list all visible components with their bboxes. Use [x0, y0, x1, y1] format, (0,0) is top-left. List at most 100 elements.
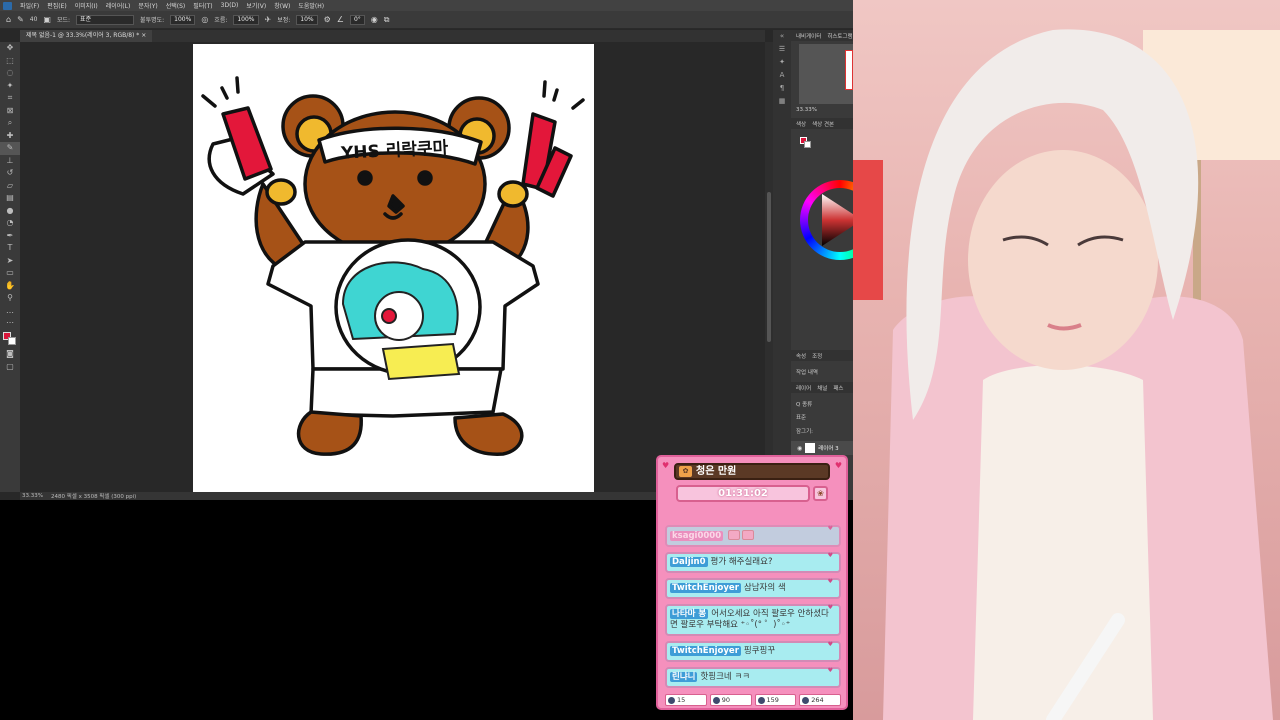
quick-mask-icon[interactable]: ◙	[0, 348, 20, 361]
history-panel-icon[interactable]: ☰	[773, 43, 791, 56]
flow-field[interactable]: 100%	[233, 14, 259, 25]
chat-title-bar: ✿ 청은 만원	[674, 463, 830, 480]
eye-icon[interactable]: ◉	[797, 445, 802, 452]
menu-layer[interactable]: 레이어(L)	[102, 1, 135, 10]
tab-navigator[interactable]: 내비게이터	[796, 32, 821, 40]
type-tool-icon[interactable]: T	[0, 242, 20, 255]
menu-select[interactable]: 선택(S)	[162, 1, 190, 10]
menu-image[interactable]: 이미지(I)	[71, 1, 102, 10]
color-wheel[interactable]	[800, 180, 853, 260]
eyedropper-tool-icon[interactable]: ⌕	[0, 117, 20, 130]
tab-properties[interactable]: 속성	[796, 352, 806, 360]
opacity-field[interactable]: 100%	[170, 14, 196, 25]
status-zoom[interactable]: 33.33%	[22, 493, 43, 499]
chat-username[interactable]: 나타마 봉	[670, 608, 709, 619]
blend-mode-select[interactable]: 표준	[796, 413, 806, 421]
chat-message-list: ♥ ksagi0000 ♥ Daljin0 평가 해주실래요? ♥ TwitchE…	[665, 525, 841, 693]
document-tab-bar: 제목 없음-1 @ 33.3%(레이어 3, RGB/8) * ×	[20, 30, 765, 42]
chat-message: ♥ 린냐니 핫핑크네 ㅋㅋ	[665, 666, 841, 688]
chat-username[interactable]: 린냐니	[670, 671, 698, 682]
brush-tool-icon[interactable]: ✎	[0, 142, 20, 155]
chat-username[interactable]: TwitchEnjoyer	[670, 582, 741, 593]
navigator-view-box[interactable]	[845, 50, 853, 90]
navigator-thumbnail[interactable]	[799, 44, 853, 104]
collapse-panels-icon[interactable]: «	[773, 30, 791, 43]
home-icon[interactable]: ⌂	[6, 15, 11, 24]
layer-row[interactable]: ◉ 레이어 3	[791, 441, 853, 455]
settings-icon[interactable]: ⚙	[324, 15, 331, 24]
crop-tool-icon[interactable]: ⌗	[0, 92, 20, 105]
tab-layers[interactable]: 레이어	[796, 384, 811, 392]
white-top	[973, 365, 1153, 720]
symmetry-icon[interactable]: ⧉	[384, 15, 390, 25]
gradient-tool-icon[interactable]: ▤	[0, 192, 20, 205]
color-panel-background-swatch[interactable]	[804, 141, 811, 148]
menu-bar: 파일(F) 편집(E) 이미지(I) 레이어(L) 문자(Y) 선택(S) 필터…	[0, 0, 853, 11]
heart-icon: ♥	[827, 666, 833, 674]
heart-icon: ♥	[827, 525, 833, 532]
mode-select[interactable]: 표준	[76, 14, 135, 25]
eraser-tool-icon[interactable]: ▱	[0, 180, 20, 193]
edit-toolbar-icon[interactable]: ⋯	[0, 317, 20, 330]
brush-icon[interactable]: ✎	[17, 15, 24, 24]
blur-tool-icon[interactable]: ●	[0, 205, 20, 218]
scrollbar-thumb[interactable]	[767, 192, 771, 342]
menu-view[interactable]: 보기(V)	[242, 1, 270, 10]
smooth-field[interactable]: 10%	[296, 14, 318, 25]
healing-tool-icon[interactable]: ✚	[0, 130, 20, 143]
tab-adjustments[interactable]: 조정	[812, 352, 822, 360]
pressure-size-icon[interactable]: ◉	[371, 15, 378, 24]
move-tool-icon[interactable]: ✥	[0, 42, 20, 55]
menu-3d[interactable]: 3D(D)	[217, 2, 243, 9]
layers-tabs: 레이어 채널 패스	[791, 382, 853, 393]
tab-swatches[interactable]: 색상 견본	[812, 120, 834, 128]
brush-panel-icon[interactable]: ✦	[773, 56, 791, 69]
layer-name[interactable]: 레이어 3	[818, 444, 838, 452]
chat-username[interactable]: Daljin0	[670, 556, 708, 567]
more-tools-icon[interactable]: …	[0, 305, 20, 318]
tab-paths[interactable]: 패스	[833, 384, 843, 392]
paragraph-panel-icon[interactable]: ¶	[773, 82, 791, 95]
chat-username[interactable]: TwitchEnjoyer	[670, 645, 741, 656]
document-tab[interactable]: 제목 없음-1 @ 33.3%(레이어 3, RGB/8) * ×	[20, 30, 153, 42]
tab-histogram[interactable]: 히스토그램	[827, 32, 852, 40]
pressure-opacity-icon[interactable]: ◎	[201, 15, 208, 24]
options-bar: ⌂ ✎ 40 ▣ 모드: 표준 불투명도: 100% ◎ 흐름: 100% ✈ …	[0, 11, 853, 29]
close-icon[interactable]: ×	[141, 32, 146, 39]
menu-edit[interactable]: 편집(E)	[43, 1, 71, 10]
hand-tool-icon[interactable]: ✋	[0, 280, 20, 293]
menu-file[interactable]: 파일(F)	[16, 1, 43, 10]
navigator-zoom[interactable]: 33.33%	[796, 107, 817, 113]
background-color-swatch[interactable]	[8, 337, 16, 345]
libraries-panel-icon[interactable]: ▦	[773, 95, 791, 108]
screen-mode-icon[interactable]: ▢	[0, 361, 20, 374]
character-panel-icon[interactable]: A	[773, 69, 791, 82]
layer-kind-filter[interactable]: Q 종류	[796, 400, 812, 408]
menu-window[interactable]: 창(W)	[270, 1, 294, 10]
marquee-tool-icon[interactable]: ⬚	[0, 55, 20, 68]
pen-tool-icon[interactable]: ✒	[0, 230, 20, 243]
airbrush-icon[interactable]: ✈	[265, 15, 272, 24]
stamp-tool-icon[interactable]: ⊥	[0, 155, 20, 168]
tab-channels[interactable]: 채널	[817, 384, 827, 392]
dodge-tool-icon[interactable]: ◔	[0, 217, 20, 230]
menu-filter[interactable]: 필터(T)	[189, 1, 216, 10]
path-select-tool-icon[interactable]: ➤	[0, 255, 20, 268]
brush-panel-icon[interactable]: ▣	[43, 15, 51, 24]
menu-type[interactable]: 문자(Y)	[134, 1, 161, 10]
menu-help[interactable]: 도움말(H)	[294, 1, 328, 10]
tab-history[interactable]: 작업 내역	[796, 368, 818, 376]
vertical-scrollbar[interactable]	[765, 42, 773, 492]
frame-tool-icon[interactable]: ⊠	[0, 105, 20, 118]
lasso-tool-icon[interactable]: ◌	[0, 67, 20, 80]
chat-username[interactable]: ksagi0000	[670, 530, 724, 541]
magic-wand-tool-icon[interactable]: ✦	[0, 80, 20, 93]
shape-tool-icon[interactable]: ▭	[0, 267, 20, 280]
history-brush-tool-icon[interactable]: ↺	[0, 167, 20, 180]
document-canvas[interactable]: YHS 리락쿠마	[193, 44, 594, 493]
angle-field[interactable]: 0°	[349, 14, 365, 25]
zoom-tool-icon[interactable]: ⚲	[0, 292, 20, 305]
canvas-workspace[interactable]: YHS 리락쿠마	[20, 42, 765, 493]
tab-color[interactable]: 색상	[796, 120, 806, 128]
brush-size[interactable]: 40	[30, 16, 38, 23]
